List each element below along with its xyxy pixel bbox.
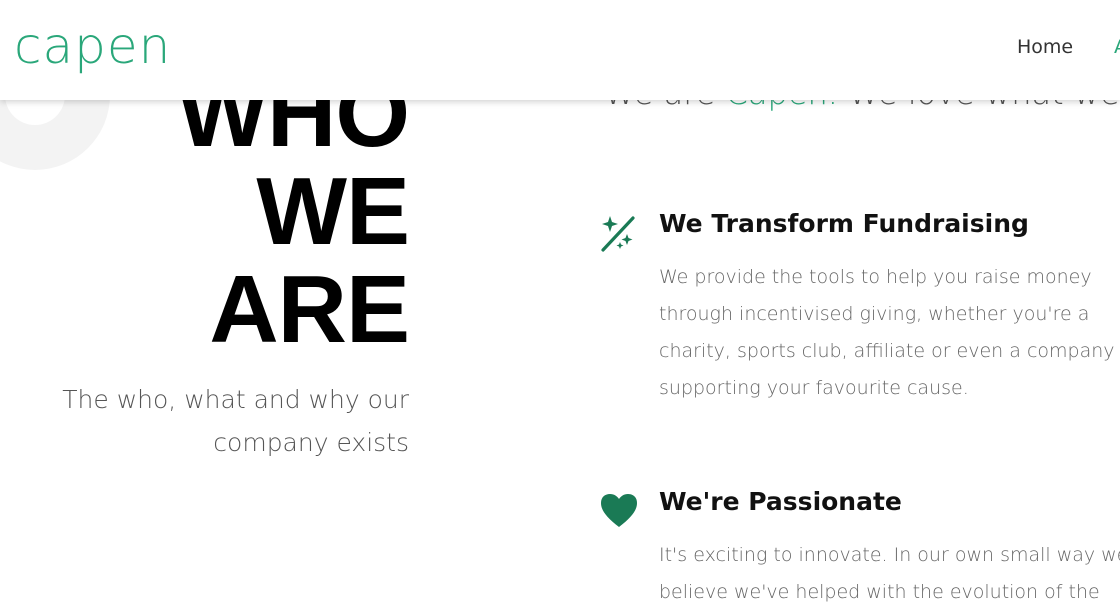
hero-heading-we: WE [256, 158, 410, 265]
site-header: capen Home A [0, 0, 1120, 100]
capen-logo[interactable]: capen [14, 16, 171, 76]
feature-title-passionate: We're Passionate [659, 487, 902, 516]
hero-subtitle: The who, what and why our company exists [62, 385, 409, 457]
nav-home-link[interactable]: Home [1017, 36, 1073, 58]
magic-wand-sparkles-icon [601, 216, 635, 252]
feature-text-passionate: It's exciting to innovate. In our own sm… [659, 537, 1120, 611]
feature-text-line: It's exciting to innovate. In our own sm… [659, 544, 1120, 566]
feature-text-transform: We provide the tools to help you raise m… [659, 266, 1115, 399]
feature-text-line: believe we've helped with the evolution … [659, 581, 1100, 603]
hero-heading-are: ARE [209, 256, 410, 363]
feature-title-transform: We Transform Fundraising [659, 209, 1029, 238]
heart-icon [601, 494, 637, 527]
nav-next-link[interactable]: A [1114, 36, 1120, 58]
